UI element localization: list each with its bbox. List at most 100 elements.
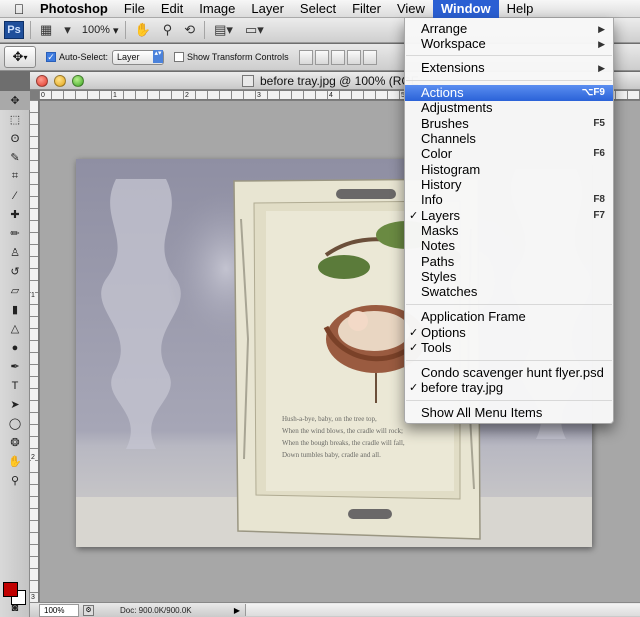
menu-item-layers[interactable]: ✓ Layers F7 [405, 208, 613, 224]
path-selection-tool-icon[interactable]: ➤ [0, 395, 30, 414]
menu-item-options[interactable]: ✓ Options [405, 325, 613, 341]
menu-item-shortcut: F8 [593, 194, 605, 205]
gradient-tool-icon[interactable]: ▮ [0, 300, 30, 319]
menu-bar:  Photoshop File Edit Image Layer Select… [0, 0, 640, 18]
menu-item-tools[interactable]: ✓ Tools [405, 340, 613, 356]
show-transform-option[interactable]: Show Transform Controls [174, 52, 289, 62]
bridge-icon[interactable]: ▦ [37, 21, 55, 39]
horizontal-scrollbar[interactable] [245, 604, 640, 616]
hand-tool-icon[interactable]: ✋ [0, 452, 30, 471]
auto-select-target-select[interactable]: Layer [112, 49, 165, 65]
divider [30, 21, 31, 39]
menu-item-extensions[interactable]: Extensions ▶ [405, 60, 613, 76]
status-menu-icon[interactable]: ⚙ [83, 604, 94, 616]
move-tool-icon[interactable]: ✥ [0, 91, 30, 110]
tools-panel: ✥ ⬚ ʘ ✎ ⌗ ⁄ ✚ ✏ ♙ ↺ ▱ ▮ △ ● ✒ T ➤ ◯ ❂ ✋ … [0, 91, 30, 617]
close-window-button[interactable] [36, 75, 48, 87]
align-vertical-centers-button[interactable] [314, 49, 329, 65]
menu-item-masks[interactable]: Masks [405, 223, 613, 239]
menu-item-brushes[interactable]: Brushes F5 [405, 116, 613, 132]
crop-tool-icon[interactable]: ⌗ [0, 167, 30, 186]
align-horizontal-centers-button[interactable] [362, 49, 377, 65]
menu-window[interactable]: Window [432, 0, 499, 18]
tool-preset-picker[interactable]: ✥ ▾ [4, 46, 36, 68]
menu-item-condo-flyer[interactable]: Condo scavenger hunt flyer.psd [405, 365, 613, 381]
history-brush-tool-icon[interactable]: ↺ [0, 262, 30, 281]
submenu-arrow-icon: ▶ [598, 39, 605, 49]
show-transform-checkbox[interactable] [174, 52, 185, 62]
menu-edit[interactable]: Edit [153, 0, 191, 18]
menu-item-swatches[interactable]: Swatches [405, 284, 613, 300]
marquee-tool-icon[interactable]: ⬚ [0, 110, 30, 129]
eraser-tool-icon[interactable]: ▱ [0, 281, 30, 300]
minimize-window-button[interactable] [54, 75, 66, 87]
menu-item-label: Application Frame [421, 309, 526, 324]
menu-item-show-all[interactable]: Show All Menu Items [405, 405, 613, 421]
shape-tool-icon[interactable]: ◯ [0, 414, 30, 433]
status-menu-arrow-icon[interactable]: ▶ [232, 604, 242, 616]
extras-icon[interactable]: ▾ [61, 21, 74, 39]
zoom-tool-icon[interactable]: ⚲ [160, 21, 176, 39]
menu-item-actions[interactable]: Actions ⌥F9 [405, 85, 613, 101]
menu-item-arrange[interactable]: Arrange ▶ [405, 21, 613, 37]
menu-image[interactable]: Image [191, 0, 243, 18]
rotate-view-icon[interactable]: ⟲ [181, 21, 198, 39]
menu-item-shortcut: F6 [593, 148, 605, 159]
show-transform-label: Show Transform Controls [187, 52, 289, 62]
status-zoom-field[interactable]: 100% [39, 603, 79, 617]
healing-brush-tool-icon[interactable]: ✚ [0, 205, 30, 224]
menu-item-paths[interactable]: Paths [405, 254, 613, 270]
menu-help[interactable]: Help [499, 0, 542, 18]
align-left-edges-button[interactable] [346, 49, 361, 65]
auto-select-option[interactable]: ✓ Auto-Select: Layer [46, 49, 165, 65]
verse-line: Hush-a-bye, baby, on the tree top, [282, 415, 377, 423]
zoom-level-select[interactable]: 100% ▾ [82, 24, 119, 37]
type-tool-icon[interactable]: T [0, 376, 30, 395]
blur-tool-icon[interactable]: △ [0, 319, 30, 338]
menu-item-workspace[interactable]: Workspace ▶ [405, 36, 613, 52]
divider [124, 21, 126, 39]
pen-tool-icon[interactable]: ✒ [0, 357, 30, 376]
menu-item-info[interactable]: Info F8 [405, 192, 613, 208]
apple-logo-icon[interactable]:  [6, 1, 32, 17]
3d-rotate-tool-icon[interactable]: ❂ [0, 433, 30, 452]
menu-separator [406, 304, 612, 305]
menu-layer[interactable]: Layer [243, 0, 292, 18]
photoshop-logo-icon[interactable]: Ps [4, 21, 24, 39]
menu-item-color[interactable]: Color F6 [405, 146, 613, 162]
menu-item-histogram[interactable]: Histogram [405, 162, 613, 178]
menu-item-label: Actions [421, 85, 464, 100]
brush-tool-icon[interactable]: ✏ [0, 224, 30, 243]
menu-item-adjustments[interactable]: Adjustments [405, 100, 613, 116]
ruler-label: 1 [31, 292, 35, 299]
menu-item-label: Styles [421, 269, 457, 284]
align-bottom-edges-button[interactable] [330, 49, 345, 65]
quick-mask-icon[interactable]: ◙ [0, 598, 30, 617]
arrange-documents-icon[interactable]: ▤▾ [211, 21, 236, 39]
lasso-tool-icon[interactable]: ʘ [0, 129, 30, 148]
menu-item-channels[interactable]: Channels [405, 131, 613, 147]
foreground-color-swatch[interactable] [3, 582, 18, 597]
align-buttons [298, 49, 377, 65]
auto-select-checkbox[interactable]: ✓ [46, 52, 56, 62]
menu-select[interactable]: Select [292, 0, 344, 18]
menu-filter[interactable]: Filter [344, 0, 389, 18]
menu-photoshop[interactable]: Photoshop [32, 0, 116, 18]
menu-item-application-frame[interactable]: Application Frame [405, 309, 613, 325]
menu-view[interactable]: View [389, 0, 433, 18]
clone-stamp-tool-icon[interactable]: ♙ [0, 243, 30, 262]
eyedropper-tool-icon[interactable]: ⁄ [0, 186, 30, 205]
zoom-window-button[interactable] [72, 75, 84, 87]
dodge-tool-icon[interactable]: ● [0, 338, 30, 357]
zoom-tool-icon[interactable]: ⚲ [0, 471, 30, 490]
menu-item-styles[interactable]: Styles [405, 269, 613, 285]
menu-item-history[interactable]: History [405, 177, 613, 193]
hand-tool-icon[interactable]: ✋ [132, 21, 154, 39]
vertical-ruler[interactable]: 1 2 3 [30, 100, 39, 602]
menu-item-before-tray[interactable]: ✓ before tray.jpg [405, 380, 613, 396]
screen-mode-icon[interactable]: ▭▾ [242, 21, 267, 39]
menu-item-notes[interactable]: Notes [405, 238, 613, 254]
quick-selection-tool-icon[interactable]: ✎ [0, 148, 30, 167]
align-top-edges-button[interactable] [298, 49, 313, 65]
menu-file[interactable]: File [116, 0, 153, 18]
